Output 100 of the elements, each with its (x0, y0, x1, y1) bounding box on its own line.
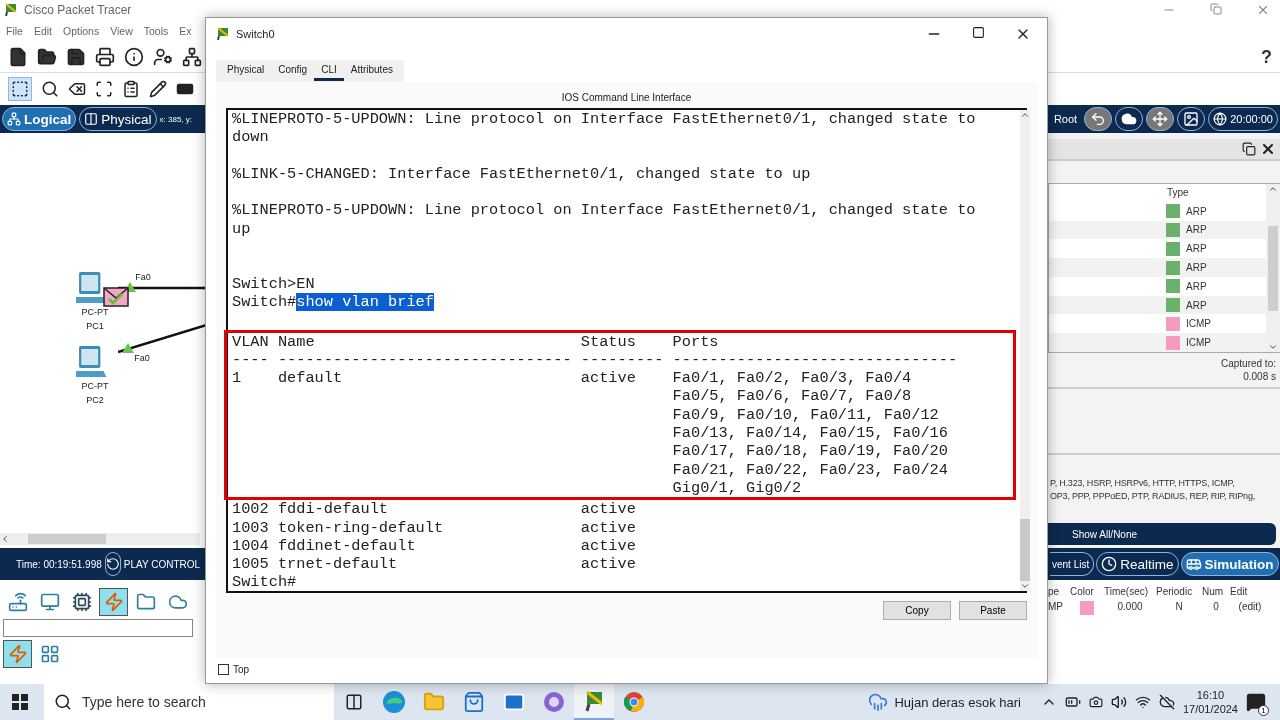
show-all-button[interactable]: Show All/None (1048, 523, 1276, 545)
move-icon[interactable] (1152, 111, 1169, 127)
scroll-up-icon[interactable] (1020, 110, 1030, 120)
vlan-ports: Fa0/17, Fa0/18, Fa0/19, Fa0/20 (672, 442, 948, 461)
lightning-icon (103, 592, 124, 612)
device-search-field[interactable] (3, 619, 193, 637)
taskbar-app-button[interactable] (574, 684, 614, 720)
connection-type[interactable] (3, 640, 32, 668)
restore-icon[interactable] (1242, 142, 1256, 156)
wifi-icon[interactable] (1134, 694, 1151, 710)
browser-icon[interactable] (623, 691, 645, 713)
battery-icon[interactable] (1064, 694, 1081, 710)
app-title: Cisco Packet Tracer (24, 3, 132, 17)
scroll-down-icon[interactable] (1268, 342, 1278, 352)
module-icon (71, 592, 92, 612)
scrollbar-thumb[interactable] (1020, 519, 1030, 581)
vlan-status: active (580, 518, 637, 537)
event-type: ARP (1186, 299, 1207, 311)
vlan-status: active (580, 536, 637, 556)
speaker-icon[interactable] (1110, 694, 1127, 710)
event-type: ARP (1186, 280, 1207, 292)
menu-item[interactable]: File (6, 25, 23, 37)
user-icon[interactable] (153, 47, 173, 67)
cloud-icon (167, 592, 188, 612)
save-icon[interactable] (66, 47, 86, 67)
printer-icon[interactable] (95, 47, 115, 67)
scroll-down-icon[interactable] (1020, 581, 1030, 591)
rain-icon[interactable] (868, 692, 889, 712)
camera-icon[interactable] (1088, 695, 1103, 709)
scrollbar-thumb[interactable] (28, 534, 106, 544)
image-icon[interactable] (1183, 111, 1200, 127)
notification-icon[interactable] (1246, 692, 1266, 712)
vlan-id: 1005 (232, 555, 270, 574)
resize-icon[interactable] (95, 80, 113, 98)
bag-icon[interactable] (463, 691, 485, 713)
vertical-scrollbar[interactable] (1266, 184, 1280, 352)
back-button[interactable] (1084, 107, 1113, 131)
delete-icon[interactable] (68, 80, 86, 98)
vehicle-icon (1185, 556, 1202, 572)
scroll-left-icon[interactable] (0, 534, 10, 544)
cloud-icon (1121, 111, 1138, 127)
search-icon[interactable] (41, 80, 59, 98)
panels-icon[interactable] (345, 693, 363, 711)
vertical-scrollbar[interactable] (1020, 110, 1030, 591)
network-icon[interactable] (182, 47, 202, 67)
header-rule: ---- (232, 350, 270, 370)
play-control-label: PLAY CONTROL (123, 558, 200, 570)
vlan-name: fddinet-default (277, 536, 417, 556)
view-tab[interactable]: Logical (2, 107, 77, 131)
event-type: ICMP (1186, 337, 1211, 349)
close-icon[interactable] (1260, 141, 1276, 157)
select-icon[interactable] (11, 80, 29, 98)
help-button[interactable]: ? (1261, 46, 1272, 68)
topology-icon[interactable] (7, 112, 21, 126)
clock-time[interactable]: 16:10 (1196, 688, 1225, 702)
scrollbar-thumb[interactable] (1268, 225, 1278, 311)
device-category[interactable] (99, 588, 128, 616)
back-icon[interactable] (1090, 111, 1107, 127)
terminal-button[interactable]: Paste (959, 601, 1027, 620)
menu-item[interactable]: Options (63, 25, 100, 37)
tab[interactable]: Attributes (343, 61, 400, 81)
weather-text[interactable]: Hujan deras esok hari (894, 694, 1021, 710)
router-icon (7, 592, 28, 612)
clock-date[interactable]: 17/01/2024 (1182, 702, 1238, 716)
move-button[interactable] (1146, 107, 1175, 131)
assistant-icon[interactable] (543, 691, 565, 713)
envelope-icon (103, 287, 129, 307)
table-cell-text: MP (1048, 601, 1064, 614)
envelope-icon[interactable] (503, 691, 525, 713)
mode-tab[interactable]: Simulation (1180, 552, 1279, 576)
file-icon[interactable] (8, 47, 28, 67)
table-cell-text: 0 (1212, 601, 1220, 614)
menu-item[interactable]: Edit (33, 25, 52, 37)
horizontal-scrollbar[interactable] (0, 533, 200, 545)
edit-link[interactable]: (edit) (1230, 601, 1270, 617)
tab[interactable]: Physical (220, 61, 272, 81)
vlan-name: fddi-default (277, 500, 390, 519)
info-icon[interactable] (124, 47, 144, 67)
folder-icon (135, 592, 156, 612)
terminal-button[interactable]: Copy (883, 601, 951, 620)
table-cell-text: N (1174, 601, 1184, 614)
menu-item[interactable]: Ex (179, 25, 192, 37)
folder-icon[interactable] (37, 47, 57, 67)
menu-item[interactable]: View (110, 25, 133, 37)
rack-icon[interactable] (84, 112, 99, 126)
tab[interactable]: Config (271, 61, 315, 81)
windows-logo-icon[interactable] (12, 694, 28, 710)
note-icon[interactable] (122, 80, 140, 98)
link-status-icon (122, 343, 134, 353)
menu-item[interactable]: Tools (143, 25, 169, 37)
cli-prompt: Switch# (232, 292, 297, 311)
maximize-icon[interactable] (972, 26, 985, 39)
taskbar-search[interactable]: Type here to search (44, 684, 334, 720)
sync-off-icon[interactable] (1158, 694, 1175, 710)
reset-icon[interactable] (105, 557, 120, 571)
pencil-icon[interactable] (149, 80, 167, 98)
browser-icon[interactable] (382, 690, 406, 714)
top-checkbox[interactable] (218, 664, 229, 675)
scroll-up-icon[interactable] (1268, 184, 1278, 194)
device-name: PC2 (85, 395, 105, 405)
